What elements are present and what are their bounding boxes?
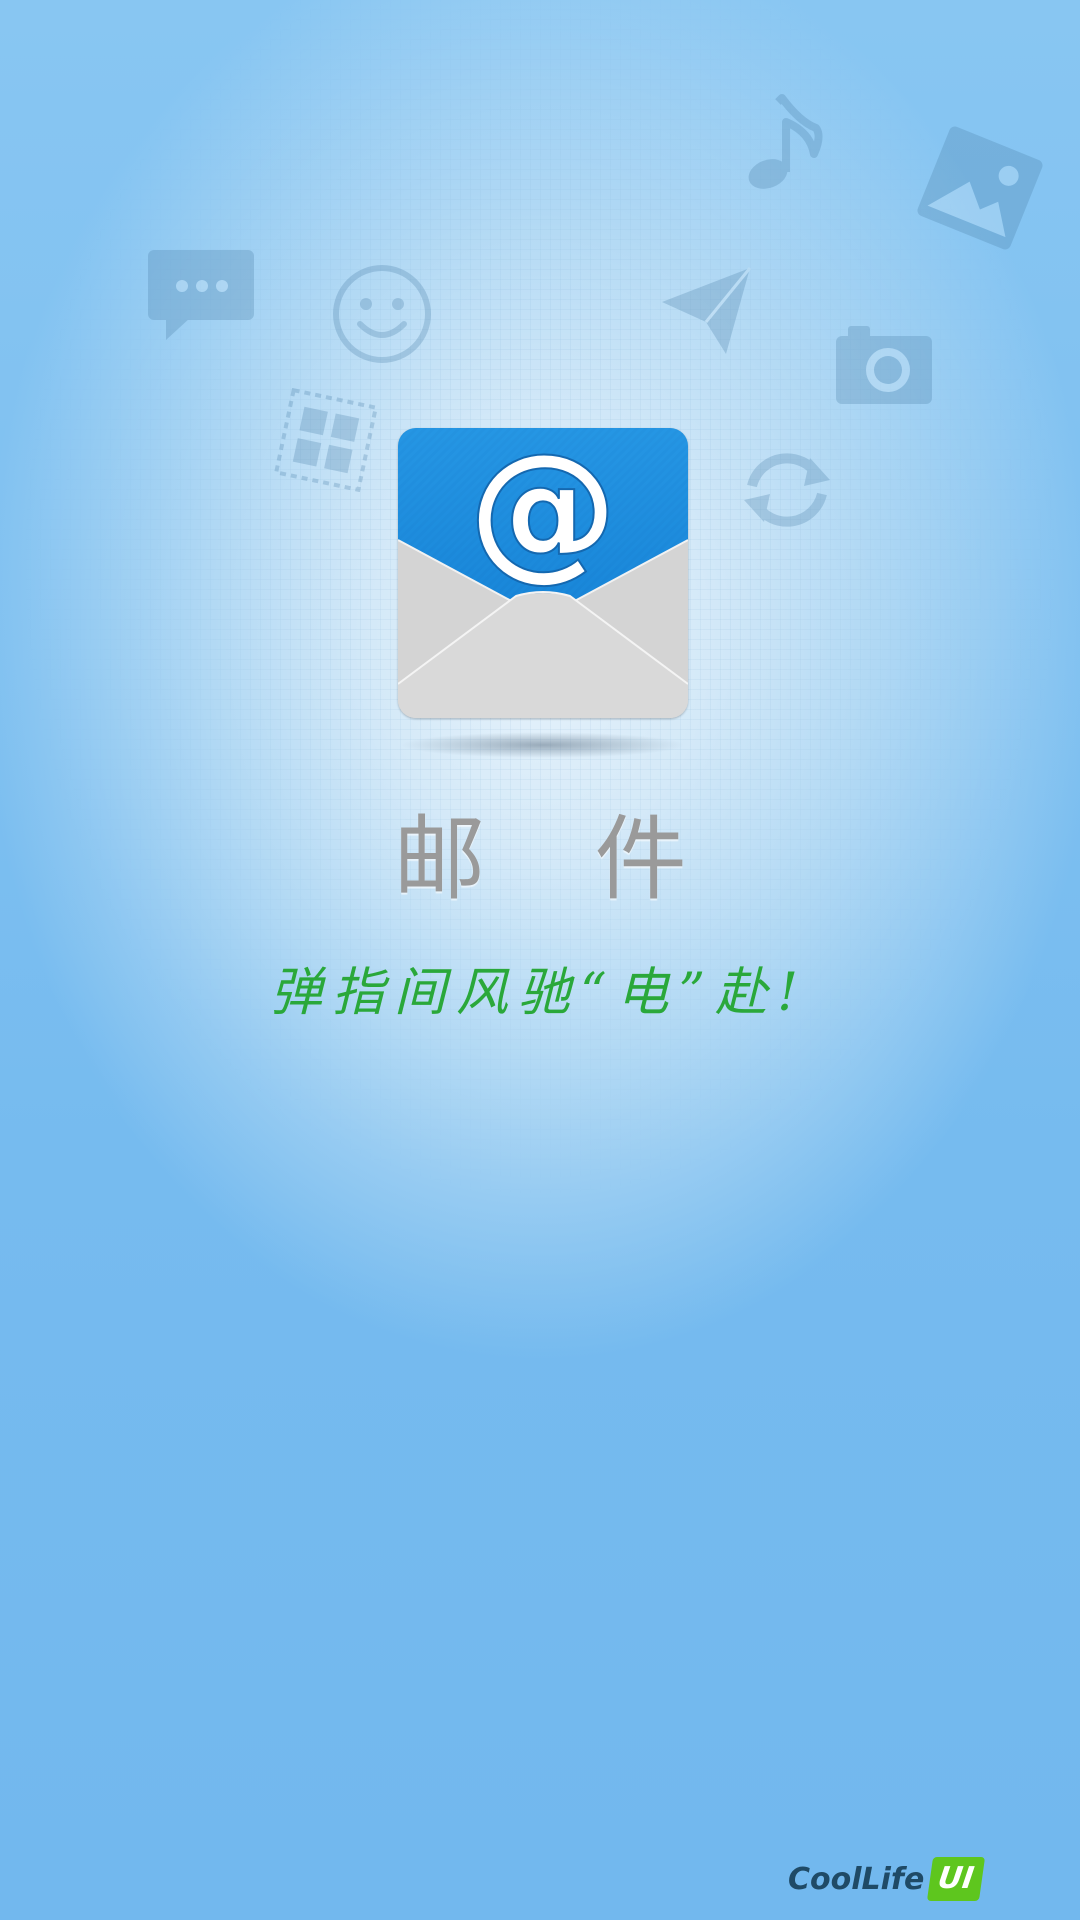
smiley-icon [333, 265, 431, 363]
icon-shadow [400, 732, 686, 758]
brand-name: CoolLife [788, 1861, 925, 1897]
email-app-icon: @ [398, 428, 688, 718]
chat-bubble-icon [148, 250, 254, 340]
email-at-envelope-icon: @ [398, 428, 688, 718]
brand-badge: UI [927, 1857, 985, 1901]
sync-icon [744, 453, 830, 527]
svg-text:@: @ [468, 428, 618, 596]
photo-gallery-icon [917, 126, 1043, 250]
app-title: 邮 件 [393, 806, 727, 913]
music-note-icon [748, 94, 823, 189]
send-paper-plane-icon [662, 267, 752, 354]
app-grid-icon [274, 388, 378, 492]
brand-logo: CoolLife UI [788, 1852, 985, 1906]
camera-icon [836, 326, 932, 404]
slogan-text: 弹指间风驰“电”赴! [270, 963, 809, 1023]
